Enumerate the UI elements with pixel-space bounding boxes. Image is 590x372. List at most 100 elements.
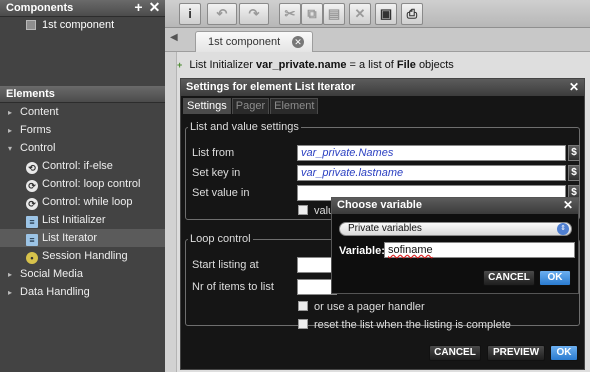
list-icon: ≡	[26, 216, 38, 228]
select-value: Private variables	[348, 223, 422, 234]
undo-icon: ↶	[216, 6, 228, 21]
redo-icon: ↷	[248, 6, 260, 21]
tree-item-label: Control	[20, 142, 56, 154]
undo-button[interactable]: ↶	[207, 3, 237, 25]
tree-item-label: Forms	[20, 124, 52, 136]
tab-1st-component[interactable]: 1st component ✕	[195, 31, 313, 52]
tree-item-data-handling[interactable]: ▸ Data Handling	[0, 283, 165, 301]
info-button[interactable]: i	[179, 3, 201, 25]
preview-button[interactable]: PREVIEW	[487, 345, 545, 361]
save-button[interactable]: ▣	[375, 3, 397, 25]
expand-arrow-icon: ▸	[8, 270, 13, 279]
variable-scope-select[interactable]: Private variables ⇕	[339, 222, 572, 236]
cancel-button[interactable]: CANCEL	[483, 270, 535, 286]
tree-item-list-initializer[interactable]: ≡ List Initializer	[0, 211, 165, 229]
nr-items-label: Nr of items to list	[192, 281, 274, 293]
variable-picker-button[interactable]: $	[568, 145, 580, 161]
ok-button[interactable]: OK	[539, 270, 571, 286]
preview-page-button[interactable]: ⎙	[401, 3, 423, 25]
list-initializer-line[interactable]: + List Initializer var_private.name = a …	[177, 59, 454, 71]
pager-checkbox-row: or use a pager handler	[298, 301, 425, 313]
redo-button[interactable]: ↷	[239, 3, 269, 25]
chevron-left-icon[interactable]: ◀	[170, 32, 178, 43]
tab-pager[interactable]: Pager	[231, 98, 270, 114]
elements-title: Elements	[6, 88, 55, 100]
variable-picker-button[interactable]: $	[568, 165, 580, 181]
expand-plus-icon[interactable]: +	[177, 60, 182, 70]
delete-button[interactable]: ✕	[349, 3, 371, 25]
tree-item-list-iterator[interactable]: ≡ List Iterator	[0, 229, 165, 247]
set-value-label: Set value in	[192, 187, 250, 199]
ok-button[interactable]: OK	[550, 345, 578, 361]
tree-item-content[interactable]: ▸ Content	[0, 103, 165, 121]
settings-tabs: Settings Pager Element	[181, 98, 584, 115]
tree-item-control[interactable]: ▾ Control	[0, 139, 165, 157]
toolbar: i ↶ ↷ ✂ ⧉ ▤ ✕ ▣ ⎙	[165, 0, 590, 28]
paste-icon: ▤	[327, 6, 341, 21]
vertical-scrollbar[interactable]	[165, 52, 177, 372]
li-type: File	[396, 59, 416, 71]
variable-label: Variable:	[339, 245, 385, 257]
set-key-row: Set key in var_private.lastname $	[192, 165, 580, 182]
tab-label: 1st component	[208, 36, 281, 48]
sidebar: Components + ✕ 1st component Elements ▸ Co…	[0, 0, 165, 372]
close-icon[interactable]: ✕	[148, 0, 161, 14]
set-key-label: Set key in	[192, 167, 241, 179]
session-icon: •	[26, 252, 38, 264]
set-key-input[interactable]: var_private.lastname	[297, 165, 566, 181]
tree-item-loop-control[interactable]: ⟳ Control: loop control	[0, 175, 165, 193]
list-icon: ≡	[26, 234, 38, 246]
expand-arrow-icon: ▸	[8, 288, 13, 297]
tree-item-label: Data Handling	[20, 286, 90, 298]
list-from-row: List from var_private.Names $	[192, 145, 580, 162]
close-icon[interactable]: ✕	[563, 198, 573, 212]
save-icon: ▣	[379, 6, 393, 21]
delete-icon: ✕	[354, 6, 366, 21]
cancel-button[interactable]: CANCEL	[429, 345, 481, 361]
reset-checkbox-label: reset the list when the listing is compl…	[314, 319, 511, 331]
preview-icon: ⎙	[406, 6, 418, 21]
group-title: Loop control	[190, 233, 251, 245]
choose-variable-title[interactable]: Choose variable ✕	[332, 198, 578, 214]
tree-item-label: Control: if-else	[42, 160, 113, 172]
cut-button[interactable]: ✂	[279, 3, 301, 25]
variable-input[interactable]: sofiname	[384, 242, 575, 258]
close-tab-icon[interactable]: ✕	[292, 36, 304, 48]
choose-variable-dialog: Choose variable ✕ Private variables ⇕ Va…	[331, 197, 579, 294]
tree-item-label: Content	[20, 106, 59, 118]
tree-item-if-else[interactable]: ⟲ Control: if-else	[0, 157, 165, 175]
dialog-title-text: Settings for element List Iterator	[186, 81, 356, 93]
select-arrows-icon: ⇕	[557, 223, 569, 235]
copy-button[interactable]: ⧉	[301, 3, 323, 25]
tab-element[interactable]: Element	[270, 98, 319, 114]
value-checkbox[interactable]	[298, 205, 308, 215]
expand-arrow-icon: ▸	[8, 108, 13, 117]
components-title: Components	[6, 2, 74, 14]
close-icon[interactable]: ✕	[569, 80, 579, 94]
tree-item-label: Social Media	[20, 268, 83, 280]
li-prefix: List Initializer	[189, 59, 253, 71]
li-mid: = a list of	[349, 59, 394, 71]
group-title: List and value settings	[190, 121, 299, 133]
components-panel-header: Components + ✕	[0, 0, 165, 17]
variable-value: sofiname	[388, 244, 433, 256]
list-from-input[interactable]: var_private.Names	[297, 145, 566, 161]
pager-checkbox[interactable]	[298, 301, 308, 311]
tree-item-session-handling[interactable]: • Session Handling	[0, 247, 165, 265]
add-icon[interactable]: +	[132, 0, 145, 14]
tree-item-label: Control: loop control	[42, 178, 141, 190]
tab-settings[interactable]: Settings	[183, 98, 231, 114]
copy-icon: ⧉	[307, 6, 317, 21]
settings-dialog-title[interactable]: Settings for element List Iterator ✕	[181, 79, 584, 96]
component-item[interactable]: 1st component	[0, 17, 165, 33]
paste-button[interactable]: ▤	[323, 3, 345, 25]
li-variable: var_private.name	[255, 59, 347, 71]
tree-item-label: List Initializer	[42, 214, 106, 226]
pager-checkbox-label: or use a pager handler	[314, 301, 425, 313]
tree-item-social-media[interactable]: ▸ Social Media	[0, 265, 165, 283]
tree-item-while-loop[interactable]: ⟳ Control: while loop	[0, 193, 165, 211]
collapse-arrow-icon: ▾	[8, 144, 13, 153]
tree-item-forms[interactable]: ▸ Forms	[0, 121, 165, 139]
tree-item-label: Control: while loop	[42, 196, 133, 208]
reset-checkbox[interactable]	[298, 319, 308, 329]
